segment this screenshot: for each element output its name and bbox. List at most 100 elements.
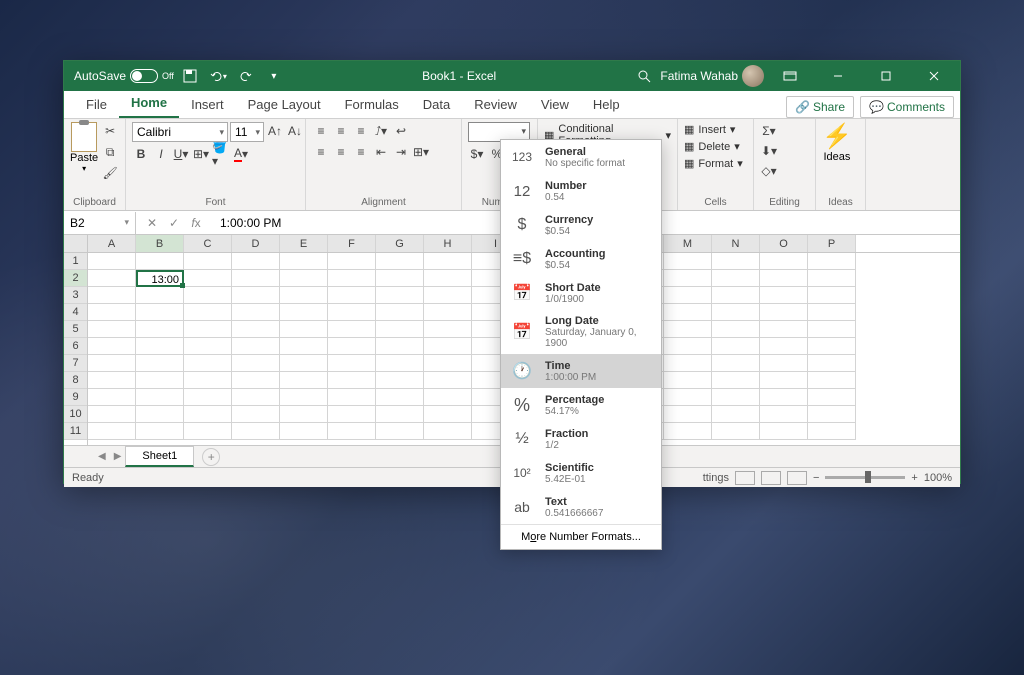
cell-P3[interactable]: [808, 287, 856, 304]
cell-D11[interactable]: [232, 423, 280, 440]
cell-B1[interactable]: [136, 253, 184, 270]
tab-formulas[interactable]: Formulas: [333, 92, 411, 118]
cell-A1[interactable]: [88, 253, 136, 270]
minimize-button[interactable]: [816, 62, 860, 90]
qat-customize[interactable]: ▾: [262, 64, 286, 88]
row-header-5[interactable]: 5: [64, 321, 87, 338]
sheet-nav-next[interactable]: ▶: [110, 451, 126, 462]
cell-F3[interactable]: [328, 287, 376, 304]
underline-button[interactable]: U▾: [172, 145, 190, 163]
cell-C4[interactable]: [184, 304, 232, 321]
cell-O2[interactable]: [760, 270, 808, 287]
cell-O6[interactable]: [760, 338, 808, 355]
cell-H6[interactable]: [424, 338, 472, 355]
select-all-corner[interactable]: [64, 235, 87, 253]
cell-P11[interactable]: [808, 423, 856, 440]
enter-formula-button[interactable]: ✓: [164, 216, 184, 230]
cell-A4[interactable]: [88, 304, 136, 321]
cell-E6[interactable]: [280, 338, 328, 355]
cell-O5[interactable]: [760, 321, 808, 338]
decrease-font-button[interactable]: A↓: [286, 122, 304, 140]
autosum-button[interactable]: Σ▾: [760, 122, 778, 140]
column-header-E[interactable]: E: [280, 235, 328, 252]
row-header-4[interactable]: 4: [64, 304, 87, 321]
cell-E3[interactable]: [280, 287, 328, 304]
cell-B8[interactable]: [136, 372, 184, 389]
row-header-6[interactable]: 6: [64, 338, 87, 355]
cell-A7[interactable]: [88, 355, 136, 372]
cancel-formula-button[interactable]: ✕: [142, 216, 162, 230]
zoom-in-button[interactable]: +: [911, 472, 917, 484]
share-button[interactable]: 🔗Share: [786, 96, 854, 118]
number-format-accounting[interactable]: ≡$Accounting$0.54: [501, 242, 661, 276]
sheet-nav-prev[interactable]: ◀: [94, 451, 110, 462]
cell-E7[interactable]: [280, 355, 328, 372]
cell-D8[interactable]: [232, 372, 280, 389]
cell-D2[interactable]: [232, 270, 280, 287]
cell-E10[interactable]: [280, 406, 328, 423]
number-format-time[interactable]: 🕐Time1:00:00 PM: [501, 354, 661, 388]
cell-N1[interactable]: [712, 253, 760, 270]
cell-B4[interactable]: [136, 304, 184, 321]
cell-F11[interactable]: [328, 423, 376, 440]
font-color-button[interactable]: A▾: [232, 145, 250, 163]
merge-button[interactable]: ⊞▾: [412, 143, 430, 161]
cell-G7[interactable]: [376, 355, 424, 372]
column-header-P[interactable]: P: [808, 235, 856, 252]
ribbon-display-options[interactable]: [768, 62, 812, 90]
cell-H11[interactable]: [424, 423, 472, 440]
cell-P5[interactable]: [808, 321, 856, 338]
number-format-short-date[interactable]: 📅Short Date1/0/1900: [501, 276, 661, 310]
fill-button[interactable]: ⬇▾: [760, 142, 778, 160]
cell-N7[interactable]: [712, 355, 760, 372]
column-header-D[interactable]: D: [232, 235, 280, 252]
number-format-text[interactable]: abText0.541666667: [501, 490, 661, 524]
cell-A8[interactable]: [88, 372, 136, 389]
increase-indent-button[interactable]: ⇥: [392, 143, 410, 161]
autosave-toggle[interactable]: AutoSave Off: [74, 69, 174, 83]
cell-N9[interactable]: [712, 389, 760, 406]
format-painter-button[interactable]: 🖌: [101, 164, 119, 182]
cell-H10[interactable]: [424, 406, 472, 423]
cell-G5[interactable]: [376, 321, 424, 338]
cell-B6[interactable]: [136, 338, 184, 355]
font-size-combo[interactable]: 11: [230, 122, 264, 142]
column-header-A[interactable]: A: [88, 235, 136, 252]
cell-F10[interactable]: [328, 406, 376, 423]
cell-E9[interactable]: [280, 389, 328, 406]
cell-P7[interactable]: [808, 355, 856, 372]
cell-D1[interactable]: [232, 253, 280, 270]
row-header-9[interactable]: 9: [64, 389, 87, 406]
number-format-fraction[interactable]: ½Fraction 1/2: [501, 422, 661, 456]
cell-M11[interactable]: [664, 423, 712, 440]
cell-M4[interactable]: [664, 304, 712, 321]
cell-B7[interactable]: [136, 355, 184, 372]
cell-E1[interactable]: [280, 253, 328, 270]
border-button[interactable]: ⊞▾: [192, 145, 210, 163]
format-cells-button[interactable]: ▦ Format▾: [684, 156, 743, 171]
cell-D5[interactable]: [232, 321, 280, 338]
bold-button[interactable]: B: [132, 145, 150, 163]
cell-O7[interactable]: [760, 355, 808, 372]
cell-C6[interactable]: [184, 338, 232, 355]
cell-M10[interactable]: [664, 406, 712, 423]
cell-H7[interactable]: [424, 355, 472, 372]
tab-review[interactable]: Review: [462, 92, 529, 118]
save-button[interactable]: [178, 64, 202, 88]
cell-O9[interactable]: [760, 389, 808, 406]
cell-M9[interactable]: [664, 389, 712, 406]
cell-G11[interactable]: [376, 423, 424, 440]
cell-N5[interactable]: [712, 321, 760, 338]
cell-A5[interactable]: [88, 321, 136, 338]
row-header-11[interactable]: 11: [64, 423, 87, 440]
column-header-H[interactable]: H: [424, 235, 472, 252]
cell-P2[interactable]: [808, 270, 856, 287]
number-format-long-date[interactable]: 📅Long DateSaturday, January 0, 1900: [501, 310, 661, 354]
column-header-M[interactable]: M: [664, 235, 712, 252]
cell-M6[interactable]: [664, 338, 712, 355]
cell-N11[interactable]: [712, 423, 760, 440]
number-format-number[interactable]: 12Number0.54: [501, 174, 661, 208]
cell-O3[interactable]: [760, 287, 808, 304]
number-format-scientific[interactable]: 10²Scientific5.42E-01: [501, 456, 661, 490]
add-sheet-button[interactable]: +: [202, 448, 220, 466]
